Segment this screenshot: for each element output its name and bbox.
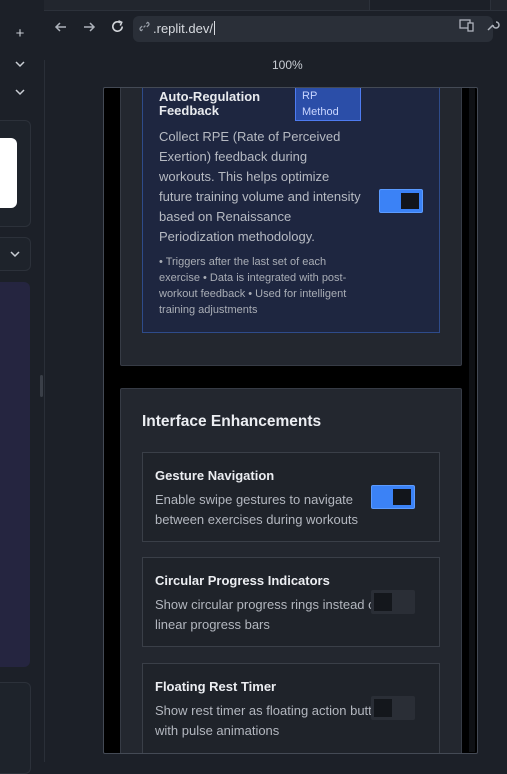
setting-row-circular-progress: Circular Progress Indicators Show circul…	[142, 557, 440, 647]
browser-toolbar: .replit.dev/	[44, 0, 507, 60]
circular-progress-toggle[interactable]	[371, 590, 415, 614]
setting-title: Floating Rest Timer	[155, 679, 277, 694]
setting-row-gesture-navigation: Gesture Navigation Enable swipe gestures…	[142, 452, 440, 542]
toggle-knob	[393, 489, 411, 505]
left-panel-select[interactable]	[0, 237, 31, 271]
rp-feedback-setting: Auto-Regulation Feedback RP Method Colle…	[142, 88, 440, 333]
chevron-down-icon[interactable]	[8, 85, 32, 105]
rp-feedback-card: Auto-Regulation Feedback RP Method Colle…	[120, 88, 462, 366]
chevron-down-icon[interactable]	[8, 57, 32, 77]
setting-description: Show rest timer as floating action butto…	[155, 703, 387, 738]
toggle-knob	[374, 593, 392, 611]
left-panel-content	[0, 282, 30, 667]
setting-title: Gesture Navigation	[155, 468, 275, 483]
arrow-right-icon[interactable]	[78, 18, 100, 40]
rp-feedback-toggle[interactable]	[379, 189, 423, 213]
chevron-down-icon	[10, 251, 20, 258]
device-preview: Auto-Regulation Feedback RP Method Colle…	[103, 87, 478, 754]
device-scrollbar[interactable]	[469, 88, 475, 752]
setting-title: Auto-Regulation Feedback	[159, 89, 261, 118]
url-bar[interactable]: .replit.dev/	[133, 16, 493, 42]
left-panel-preview	[0, 138, 17, 208]
browser-tab[interactable]	[369, 0, 491, 10]
wrench-icon[interactable]	[483, 18, 503, 38]
toggle-knob	[374, 699, 392, 717]
left-panel-strip: +	[0, 0, 45, 774]
setting-title: Circular Progress Indicators	[155, 573, 330, 588]
floating-rest-timer-toggle[interactable]	[371, 696, 415, 720]
reload-icon[interactable]	[106, 18, 128, 40]
setting-description: Collect RPE (Rate of Perceived Exertion)…	[159, 129, 361, 244]
link-icon	[138, 20, 152, 36]
tab-strip	[44, 0, 507, 11]
interface-enhancements-card: Interface Enhancements Gesture Navigatio…	[120, 388, 462, 753]
arrow-left-icon[interactable]	[50, 18, 72, 40]
rp-method-badge: RP Method	[295, 88, 361, 121]
url-text[interactable]: .replit.dev/	[153, 21, 215, 36]
setting-description: Show circular progress rings instead of …	[155, 597, 379, 632]
resize-handle[interactable]	[40, 375, 43, 397]
devices-icon[interactable]	[457, 18, 477, 38]
zoom-level: 100%	[272, 58, 303, 72]
setting-description: Enable swipe gestures to navigate betwee…	[155, 492, 359, 527]
toggle-knob	[401, 193, 419, 209]
setting-notes: • Triggers after the last set of each ex…	[159, 256, 347, 316]
left-panel-footer	[0, 682, 31, 774]
gesture-navigation-toggle[interactable]	[371, 485, 415, 509]
plus-icon[interactable]: +	[8, 24, 32, 44]
section-title: Interface Enhancements	[142, 413, 322, 430]
setting-row-floating-rest-timer: Floating Rest Timer Show rest timer as f…	[142, 663, 440, 753]
